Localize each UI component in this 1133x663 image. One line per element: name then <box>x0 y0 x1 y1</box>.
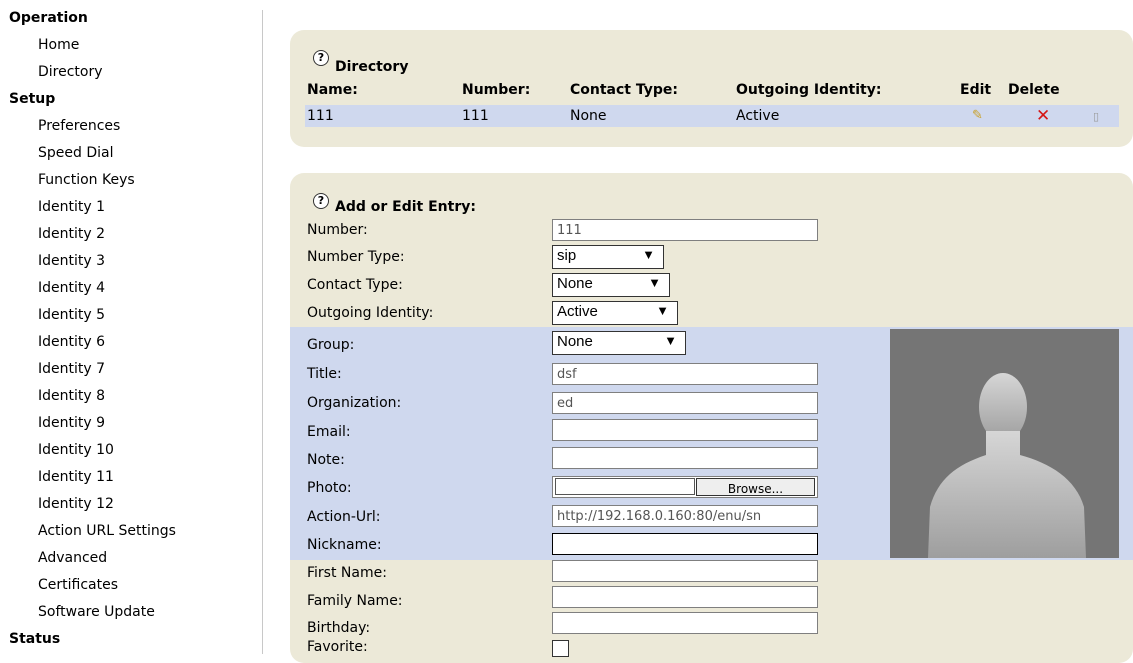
sidebar-item-directory[interactable]: Directory <box>38 64 103 80</box>
number-input[interactable] <box>552 219 818 241</box>
more-icon[interactable]: ▯ <box>1093 110 1099 123</box>
col-header-number: Number: <box>462 82 531 98</box>
edit-icon[interactable]: ✎ <box>972 108 983 123</box>
cell-number: 111 <box>462 108 489 124</box>
label-birthday: Birthday: <box>307 620 371 636</box>
label-outgoing-identity: Outgoing Identity: <box>307 305 434 321</box>
sidebar-item-action-url-settings[interactable]: Action URL Settings <box>38 523 176 539</box>
sidebar-section-operation: Operation <box>9 10 88 26</box>
label-number-type: Number Type: <box>307 249 405 265</box>
sidebar-item-identity-9[interactable]: Identity 9 <box>38 415 105 431</box>
chevron-down-icon: ▼ <box>648 275 661 290</box>
organization-input[interactable] <box>552 392 818 414</box>
label-favorite: Favorite: <box>307 639 368 655</box>
cell-contact-type: None <box>570 108 607 124</box>
sidebar-item-home[interactable]: Home <box>38 37 79 53</box>
sidebar-item-identity-2[interactable]: Identity 2 <box>38 226 105 242</box>
sidebar-item-identity-8[interactable]: Identity 8 <box>38 388 105 404</box>
sidebar-item-identity-1[interactable]: Identity 1 <box>38 199 105 215</box>
help-icon[interactable]: ? <box>313 50 329 66</box>
label-organization: Organization: <box>307 395 402 411</box>
person-silhouette-icon <box>928 373 1086 558</box>
cell-outgoing-identity: Active <box>736 108 780 124</box>
first-name-input[interactable] <box>552 560 818 582</box>
cell-name: 111 <box>307 108 334 124</box>
sidebar-item-speed-dial[interactable]: Speed Dial <box>38 145 113 161</box>
label-photo: Photo: <box>307 480 352 496</box>
directory-title: Directory <box>335 59 409 75</box>
col-header-delete: Delete <box>1008 82 1060 98</box>
label-number: Number: <box>307 222 368 238</box>
label-nickname: Nickname: <box>307 537 382 553</box>
sidebar-item-preferences[interactable]: Preferences <box>38 118 120 134</box>
sidebar-item-certificates[interactable]: Certificates <box>38 577 118 593</box>
sidebar-item-identity-12[interactable]: Identity 12 <box>38 496 114 512</box>
birthday-input[interactable] <box>552 612 818 634</box>
sidebar-section-status[interactable]: Status <box>9 631 60 647</box>
table-row <box>305 105 1119 127</box>
sidebar-item-identity-11[interactable]: Identity 11 <box>38 469 114 485</box>
family-name-input[interactable] <box>552 586 818 608</box>
number-type-select[interactable]: sip ▼ <box>552 245 664 269</box>
outgoing-identity-select[interactable]: Active ▼ <box>552 301 678 325</box>
col-header-name: Name: <box>307 82 358 98</box>
sidebar-divider <box>262 10 263 654</box>
edit-entry-panel: ? Add or Edit Entry: Number: Number Type… <box>290 173 1133 663</box>
sidebar-item-identity-6[interactable]: Identity 6 <box>38 334 105 350</box>
label-note: Note: <box>307 452 345 468</box>
contact-type-select[interactable]: None ▼ <box>552 273 670 297</box>
sidebar-nav: Operation Home Directory Setup Preferenc… <box>0 0 262 654</box>
chevron-down-icon: ▼ <box>642 247 655 262</box>
favorite-checkbox[interactable] <box>552 640 569 657</box>
action-url-input[interactable] <box>552 505 818 527</box>
sidebar-item-advanced[interactable]: Advanced <box>38 550 107 566</box>
col-header-edit: Edit <box>960 82 992 98</box>
col-header-contact-type: Contact Type: <box>570 82 678 98</box>
label-first-name: First Name: <box>307 565 387 581</box>
sidebar-item-identity-10[interactable]: Identity 10 <box>38 442 114 458</box>
edit-entry-title: Add or Edit Entry: <box>335 199 476 215</box>
help-icon[interactable]: ? <box>313 193 329 209</box>
photo-file-path[interactable] <box>555 478 695 495</box>
sidebar-item-identity-5[interactable]: Identity 5 <box>38 307 105 323</box>
photo-file-picker: Browse... <box>552 476 818 498</box>
sidebar-section-setup: Setup <box>9 91 56 107</box>
label-email: Email: <box>307 424 351 440</box>
sidebar-item-function-keys[interactable]: Function Keys <box>38 172 135 188</box>
contact-photo-placeholder <box>890 329 1119 558</box>
col-header-outgoing-identity: Outgoing Identity: <box>736 82 882 98</box>
outgoing-identity-value: Active <box>557 303 598 320</box>
group-value: None <box>557 333 593 350</box>
directory-panel: ? Directory Name: Number: Contact Type: … <box>290 30 1133 147</box>
label-action-url: Action-Url: <box>307 509 381 525</box>
sidebar-item-software-update[interactable]: Software Update <box>38 604 155 620</box>
title-input[interactable] <box>552 363 818 385</box>
chevron-down-icon: ▼ <box>656 303 669 318</box>
label-family-name: Family Name: <box>307 593 403 609</box>
sidebar-item-identity-3[interactable]: Identity 3 <box>38 253 105 269</box>
contact-type-value: None <box>557 275 593 292</box>
chevron-down-icon: ▼ <box>664 333 677 348</box>
label-group: Group: <box>307 337 355 353</box>
sidebar-item-identity-4[interactable]: Identity 4 <box>38 280 105 296</box>
sidebar-item-identity-7[interactable]: Identity 7 <box>38 361 105 377</box>
browse-button[interactable]: Browse... <box>696 478 815 496</box>
label-contact-type: Contact Type: <box>307 277 403 293</box>
nickname-input[interactable] <box>552 533 818 555</box>
group-select[interactable]: None ▼ <box>552 331 686 355</box>
number-type-value: sip <box>557 247 577 264</box>
delete-icon[interactable]: ✕ <box>1036 108 1050 125</box>
note-input[interactable] <box>552 447 818 469</box>
email-input[interactable] <box>552 419 818 441</box>
label-title: Title: <box>307 366 342 382</box>
